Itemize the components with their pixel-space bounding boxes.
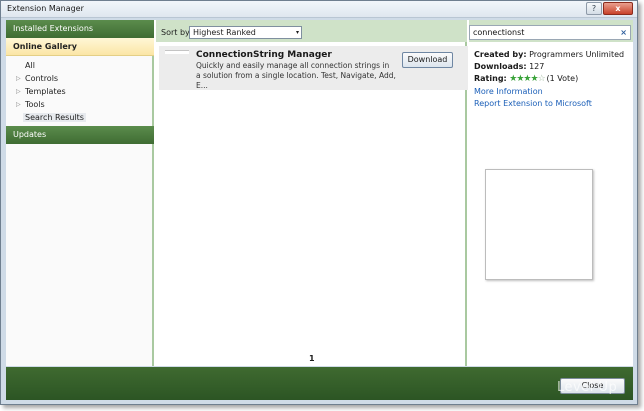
created-by-label: Created by: [474, 50, 527, 59]
nav-item-label: All [25, 61, 35, 70]
sort-bar: Sort by: Highest Ranked ▾ [156, 20, 467, 42]
chevron-down-icon: ▾ [295, 29, 299, 36]
nav-item-all[interactable]: All [6, 59, 154, 72]
extension-thumbnail [165, 50, 189, 54]
rating-stars-icon: ★★★★☆ [509, 74, 546, 84]
rating-votes: (1 Vote) [546, 74, 579, 83]
created-by-value: Programmers Unlimited [529, 50, 625, 59]
sidebar: Installed Extensions Online Gallery All … [6, 20, 154, 366]
nav-item-templates[interactable]: ▷ Templates [6, 85, 154, 98]
results-pane: Sort by: Highest Ranked ▾ ConnectionStri… [156, 20, 468, 366]
download-button[interactable]: Download [402, 52, 453, 68]
downloads-value: 127 [529, 62, 545, 71]
created-by-line: Created by: Programmers Unlimited [474, 50, 624, 59]
expand-arrow-icon[interactable]: ▷ [16, 85, 21, 98]
star-empty-icon: ☆ [537, 74, 546, 84]
clear-search-icon[interactable]: × [620, 26, 627, 39]
nav-gallery-list: All ▷ Controls ▷ Templates ▷ Tools Searc… [6, 59, 154, 124]
search-bar: connectionst × [469, 20, 633, 42]
help-button[interactable]: ? [586, 2, 602, 15]
expand-arrow-icon[interactable]: ▷ [16, 98, 21, 111]
extension-manager-window: Extension Manager ? x Installed Extensio… [0, 0, 638, 405]
downloads-label: Downloads: [474, 62, 527, 71]
footer-bar: Close [6, 367, 633, 400]
close-window-button[interactable]: x [603, 2, 633, 15]
downloads-line: Downloads: 127 [474, 62, 544, 71]
expand-arrow-icon[interactable]: ▷ [16, 72, 21, 85]
details-pane: connectionst × Created by: Programmers U… [469, 20, 633, 366]
sort-dropdown[interactable]: Highest Ranked ▾ [189, 26, 302, 39]
list-item[interactable]: ConnectionString Manager Quickly and eas… [159, 46, 468, 90]
sort-label: Sort by: [161, 28, 192, 37]
nav-item-tools[interactable]: ▷ Tools [6, 98, 154, 111]
star-filled-icon: ★★★★ [509, 74, 538, 84]
report-extension-link[interactable]: Report Extension to Microsoft [474, 99, 592, 108]
nav-item-controls[interactable]: ▷ Controls [6, 72, 154, 85]
nav-item-search-results[interactable]: Search Results [6, 111, 154, 124]
extension-name: ConnectionString Manager [196, 50, 332, 60]
nav-item-label: Search Results [23, 113, 86, 122]
rating-line: Rating: ★★★★☆ (1 Vote) [474, 74, 578, 84]
nav-item-label: Controls [25, 74, 59, 83]
nav-item-label: Templates [25, 87, 66, 96]
nav-item-label: Tools [25, 100, 45, 109]
nav-online-gallery[interactable]: Online Gallery [6, 38, 154, 56]
watermark-text: Level Up [557, 380, 618, 395]
search-value: connectionst [473, 28, 525, 37]
title-bar: Extension Manager ? x [1, 1, 637, 18]
page-number[interactable]: 1 [309, 354, 315, 363]
extension-description: Quickly and easily manage all connection… [196, 61, 396, 90]
nav-installed-extensions[interactable]: Installed Extensions [6, 20, 154, 38]
nav-updates[interactable]: Updates [6, 126, 154, 144]
more-information-link[interactable]: More Information [474, 87, 543, 96]
rating-label: Rating: [474, 74, 507, 83]
sort-value: Highest Ranked [193, 28, 256, 37]
search-input[interactable]: connectionst × [469, 25, 631, 40]
main-content: Installed Extensions Online Gallery All … [6, 20, 633, 366]
extension-preview-image [485, 169, 593, 280]
window-title: Extension Manager [7, 4, 84, 13]
